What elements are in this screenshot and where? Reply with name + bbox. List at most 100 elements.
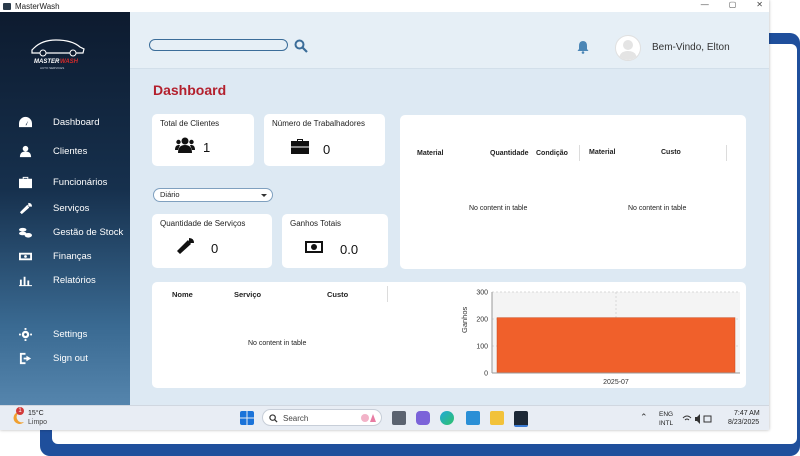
chart-x-tick-label: 2025-07: [603, 379, 629, 386]
sidebar-item-label: Settings: [53, 329, 88, 340]
chevron-down-icon: [261, 194, 267, 197]
taskbar-search[interactable]: Search: [262, 409, 382, 426]
sidebar-item-relatorios[interactable]: Relatórios: [18, 274, 96, 287]
money-icon: [305, 241, 323, 253]
clock-date: 8/23/2025: [728, 419, 760, 426]
earnings-bar-chart: 0 100 200 300 2025-07 Ganhos: [460, 290, 740, 386]
chart-y-label: Ganhos: [460, 306, 469, 333]
system-tray-icons[interactable]: [682, 414, 712, 424]
gear-icon: [19, 328, 32, 341]
wrench-icon: [177, 238, 194, 254]
services-table-empty: No content in table: [248, 340, 307, 347]
chart-y-tick-label: 100: [476, 344, 488, 351]
maximize-button[interactable]: ▢: [729, 0, 737, 9]
column-header-material[interactable]: Material: [417, 150, 443, 157]
sidebar: MASTER WASH AUTO SERVICES Dashboard Clie…: [0, 12, 130, 405]
column-header-custo[interactable]: Custo: [327, 290, 348, 299]
users-icon: [19, 145, 32, 158]
taskbar: 1 15°C Limpo Search ⌃ ENG INTL 7:47 AM 8…: [0, 405, 769, 430]
ganhos-totais-value: 0.0: [340, 242, 359, 257]
user-avatar-icon: [619, 40, 637, 60]
column-header-servico[interactable]: Serviço: [234, 290, 261, 299]
search-input[interactable]: [149, 39, 288, 51]
avatar[interactable]: [615, 35, 641, 61]
search-icon[interactable]: [294, 39, 308, 53]
sidebar-item-label: Finanças: [53, 251, 92, 262]
logo-wash-text: WASH: [60, 59, 79, 65]
chart-y-tick-label: 200: [476, 317, 488, 324]
card-title: Ganhos Totais: [290, 219, 341, 228]
sidebar-item-financas[interactable]: Finanças: [18, 250, 92, 263]
num-trabalhadores-value: 0: [323, 142, 331, 157]
window-controls: — ▢ ✕: [701, 0, 763, 9]
task-view-icon[interactable]: [392, 411, 406, 425]
stock-tables-card: Material Quantidade Condição No content …: [400, 115, 746, 269]
sidebar-item-gestao-de-stock[interactable]: Gestão de Stock: [18, 226, 123, 239]
column-header-condicao[interactable]: Condição: [536, 150, 568, 157]
briefcase-icon: [19, 176, 32, 189]
welcome-text: Bem-Vindo, Elton: [652, 42, 730, 53]
chart-y-ticks: 0 100 200 300: [476, 290, 493, 378]
language-indicator-2[interactable]: INTL: [659, 420, 673, 427]
money-icon: [19, 252, 32, 261]
weather-badge: 1: [16, 407, 24, 415]
sidebar-item-funcionarios[interactable]: Funcionários: [18, 176, 107, 189]
sidebar-item-settings[interactable]: Settings: [18, 328, 87, 341]
column-header-material[interactable]: Material: [589, 149, 615, 156]
sidebar-item-servicos[interactable]: Serviços: [18, 202, 89, 215]
card-title: Total de Clientes: [160, 119, 220, 128]
windows-start-icon[interactable]: [240, 411, 254, 425]
column-header-quantidade[interactable]: Quantidade: [490, 150, 529, 157]
total-clientes-value: 1: [203, 140, 211, 155]
edge-browser-icon[interactable]: [440, 411, 454, 425]
weather-widget[interactable]: 1: [10, 407, 26, 426]
minimize-button[interactable]: —: [701, 0, 709, 9]
card-title: Número de Trabalhadores: [272, 119, 365, 128]
sidebar-item-sign-out[interactable]: Sign out: [18, 352, 88, 365]
masterwash-logo: MASTER WASH AUTO SERVICES: [28, 34, 88, 72]
sidebar-item-label: Clientes: [53, 146, 88, 157]
column-header-custo[interactable]: Custo: [661, 149, 681, 156]
search-icon: [269, 414, 278, 423]
car-logo-icon: MASTER WASH AUTO SERVICES: [31, 39, 85, 70]
close-button[interactable]: ✕: [756, 0, 763, 9]
total-clientes-card: Total de Clientes 1: [152, 114, 254, 166]
search-highlight-icon: [361, 414, 376, 422]
sidebar-item-label: Relatórios: [53, 275, 96, 286]
sidebar-item-label: Serviços: [53, 203, 90, 214]
chart-y-tick-label: 300: [476, 290, 488, 297]
table-divider: [579, 145, 580, 161]
top-bar: Bem-Vindo, Elton: [130, 12, 769, 69]
weather-temp: 15°C: [28, 410, 44, 417]
teams-chat-icon[interactable]: [416, 411, 430, 425]
ganhos-totais-card: Ganhos Totais 0.0: [282, 214, 388, 268]
wrench-icon: [19, 202, 32, 215]
num-trabalhadores-card: Número de Trabalhadores 0: [264, 114, 385, 166]
sidebar-item-dashboard[interactable]: Dashboard: [18, 116, 99, 129]
chart-bars: [496, 317, 736, 374]
logo-tagline: AUTO SERVICES: [40, 66, 64, 70]
coins-icon: [19, 227, 32, 238]
calculator-app-icon[interactable]: [466, 411, 480, 425]
battery-icon: [703, 415, 712, 423]
chart-y-tick-label: 0: [484, 371, 488, 378]
notification-bell-icon[interactable]: [576, 40, 590, 54]
title-bar: MasterWash — ▢ ✕: [0, 0, 769, 12]
chevron-up-icon[interactable]: ⌃: [640, 412, 648, 423]
table-divider: [387, 286, 388, 302]
taskbar-search-placeholder: Search: [283, 414, 309, 423]
column-header-nome[interactable]: Nome: [172, 290, 193, 299]
weather-desc: Limpo: [28, 419, 48, 426]
stock-table-empty: No content in table: [469, 205, 528, 212]
clock-time: 7:47 AM: [734, 410, 760, 417]
sidebar-item-label: Dashboard: [53, 117, 100, 128]
file-explorer-icon[interactable]: [490, 411, 504, 425]
masterwash-taskbar-icon[interactable]: [514, 411, 528, 427]
app-icon: [3, 2, 11, 10]
period-select[interactable]: Diário: [153, 188, 273, 202]
logo-master-text: MASTER: [34, 59, 60, 65]
sidebar-item-clientes[interactable]: Clientes: [18, 145, 87, 158]
qtd-servicos-value: 0: [211, 241, 219, 256]
wifi-icon: [682, 415, 692, 421]
language-indicator-1[interactable]: ENG: [659, 411, 673, 418]
